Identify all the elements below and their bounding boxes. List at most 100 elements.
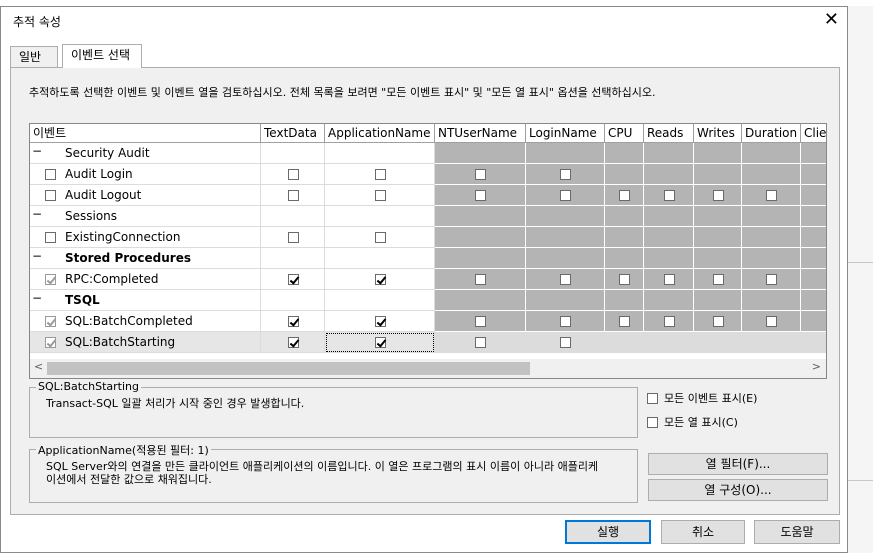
grid-cell[interactable] — [694, 143, 742, 164]
grid-cell[interactable] — [435, 332, 526, 353]
grid-cell[interactable] — [261, 311, 325, 332]
grid-cell[interactable] — [644, 311, 694, 332]
grid-cell[interactable] — [801, 269, 826, 290]
grid-cell[interactable] — [605, 206, 644, 227]
grid-cell[interactable] — [325, 143, 435, 164]
event-checkbox[interactable] — [45, 232, 56, 243]
grid-cell[interactable] — [605, 332, 644, 353]
grid-cell[interactable] — [605, 269, 644, 290]
grid-cell[interactable] — [325, 269, 435, 290]
column-checkbox[interactable] — [713, 316, 724, 327]
column-header-loginname[interactable]: LoginName — [526, 124, 605, 143]
grid-cell[interactable] — [261, 248, 325, 269]
grid-cell[interactable] — [526, 248, 605, 269]
event-row[interactable]: SQL:BatchStarting — [30, 332, 261, 353]
grid-cell[interactable] — [261, 290, 325, 311]
column-checkbox[interactable] — [766, 274, 777, 285]
column-header-clientprocessid[interactable]: Clie — [801, 124, 826, 143]
column-checkbox[interactable] — [375, 190, 386, 201]
tab-general[interactable]: 일반 — [10, 46, 58, 67]
grid-cell[interactable] — [435, 269, 526, 290]
grid-cell[interactable] — [694, 290, 742, 311]
collapse-icon[interactable]: − — [32, 249, 42, 263]
grid-cell[interactable] — [261, 143, 325, 164]
grid-cell[interactable] — [742, 164, 801, 185]
grid-cell[interactable] — [526, 185, 605, 206]
grid-cell[interactable] — [644, 206, 694, 227]
grid-cell[interactable] — [325, 311, 435, 332]
collapse-icon[interactable]: − — [32, 207, 42, 221]
grid-cell[interactable] — [694, 185, 742, 206]
grid-cell[interactable] — [801, 248, 826, 269]
column-checkbox[interactable] — [288, 232, 299, 243]
grid-cell[interactable] — [644, 164, 694, 185]
category-row[interactable]: − Stored Procedures — [30, 248, 261, 269]
column-header-ntusername[interactable]: NTUserName — [435, 124, 526, 143]
event-row[interactable]: ExistingConnection — [30, 227, 261, 248]
grid-cell[interactable] — [435, 185, 526, 206]
grid-cell[interactable] — [325, 248, 435, 269]
grid-cell[interactable] — [694, 332, 742, 353]
column-checkbox[interactable] — [375, 169, 386, 180]
grid-cell[interactable] — [644, 332, 694, 353]
grid-cell[interactable] — [325, 185, 435, 206]
column-checkbox[interactable] — [288, 169, 299, 180]
grid-cell[interactable] — [526, 290, 605, 311]
grid-cell[interactable] — [526, 164, 605, 185]
grid-cell[interactable] — [742, 332, 801, 353]
grid-cell[interactable] — [644, 227, 694, 248]
grid-cell[interactable] — [801, 290, 826, 311]
grid-cell[interactable] — [526, 311, 605, 332]
grid-cell[interactable] — [435, 248, 526, 269]
event-row[interactable]: Audit Login — [30, 164, 261, 185]
horizontal-scrollbar[interactable]: < > — [30, 359, 826, 378]
grid-cell[interactable] — [644, 248, 694, 269]
column-checkbox[interactable] — [375, 337, 386, 348]
grid-cell[interactable] — [801, 206, 826, 227]
column-checkbox[interactable] — [560, 190, 571, 201]
column-checkbox[interactable] — [475, 190, 486, 201]
show-all-columns-option[interactable]: 모든 열 표시(C) — [647, 414, 738, 430]
grid-cell[interactable] — [742, 227, 801, 248]
column-checkbox[interactable] — [619, 190, 630, 201]
grid-cell[interactable] — [261, 227, 325, 248]
column-checkbox[interactable] — [475, 274, 486, 285]
grid-cell[interactable] — [644, 185, 694, 206]
grid-cell[interactable] — [261, 206, 325, 227]
event-checkbox[interactable] — [45, 316, 56, 327]
grid-cell[interactable] — [435, 311, 526, 332]
column-checkbox[interactable] — [375, 274, 386, 285]
column-header-writes[interactable]: Writes — [694, 124, 742, 143]
grid-cell[interactable] — [694, 164, 742, 185]
column-checkbox[interactable] — [560, 169, 571, 180]
grid-cell[interactable] — [801, 227, 826, 248]
grid-cell[interactable] — [261, 164, 325, 185]
collapse-icon[interactable]: − — [32, 291, 42, 305]
grid-cell[interactable] — [605, 143, 644, 164]
event-row[interactable]: Audit Logout — [30, 185, 261, 206]
event-checkbox[interactable] — [45, 169, 56, 180]
grid-cell[interactable] — [694, 311, 742, 332]
column-checkbox[interactable] — [619, 274, 630, 285]
event-checkbox[interactable] — [45, 190, 56, 201]
column-checkbox[interactable] — [375, 232, 386, 243]
column-checkbox[interactable] — [560, 337, 571, 348]
column-header-events[interactable]: 이벤트 — [30, 124, 261, 143]
show-all-events-checkbox[interactable] — [647, 393, 658, 404]
column-checkbox[interactable] — [713, 274, 724, 285]
grid-cell[interactable] — [742, 185, 801, 206]
event-row[interactable]: RPC:Completed — [30, 269, 261, 290]
grid-cell[interactable] — [435, 227, 526, 248]
grid-cell[interactable] — [605, 290, 644, 311]
column-checkbox[interactable] — [619, 316, 630, 327]
show-all-events-option[interactable]: 모든 이벤트 표시(E) — [647, 390, 757, 406]
column-checkbox[interactable] — [288, 337, 299, 348]
grid-cell[interactable] — [605, 311, 644, 332]
scroll-thumb[interactable] — [47, 362, 530, 375]
run-button[interactable]: 실행 — [565, 520, 651, 544]
grid-cell[interactable] — [742, 290, 801, 311]
grid-cell[interactable] — [742, 311, 801, 332]
grid-cell[interactable] — [605, 164, 644, 185]
event-row[interactable]: SQL:BatchCompleted — [30, 311, 261, 332]
grid-cell[interactable] — [261, 332, 325, 353]
